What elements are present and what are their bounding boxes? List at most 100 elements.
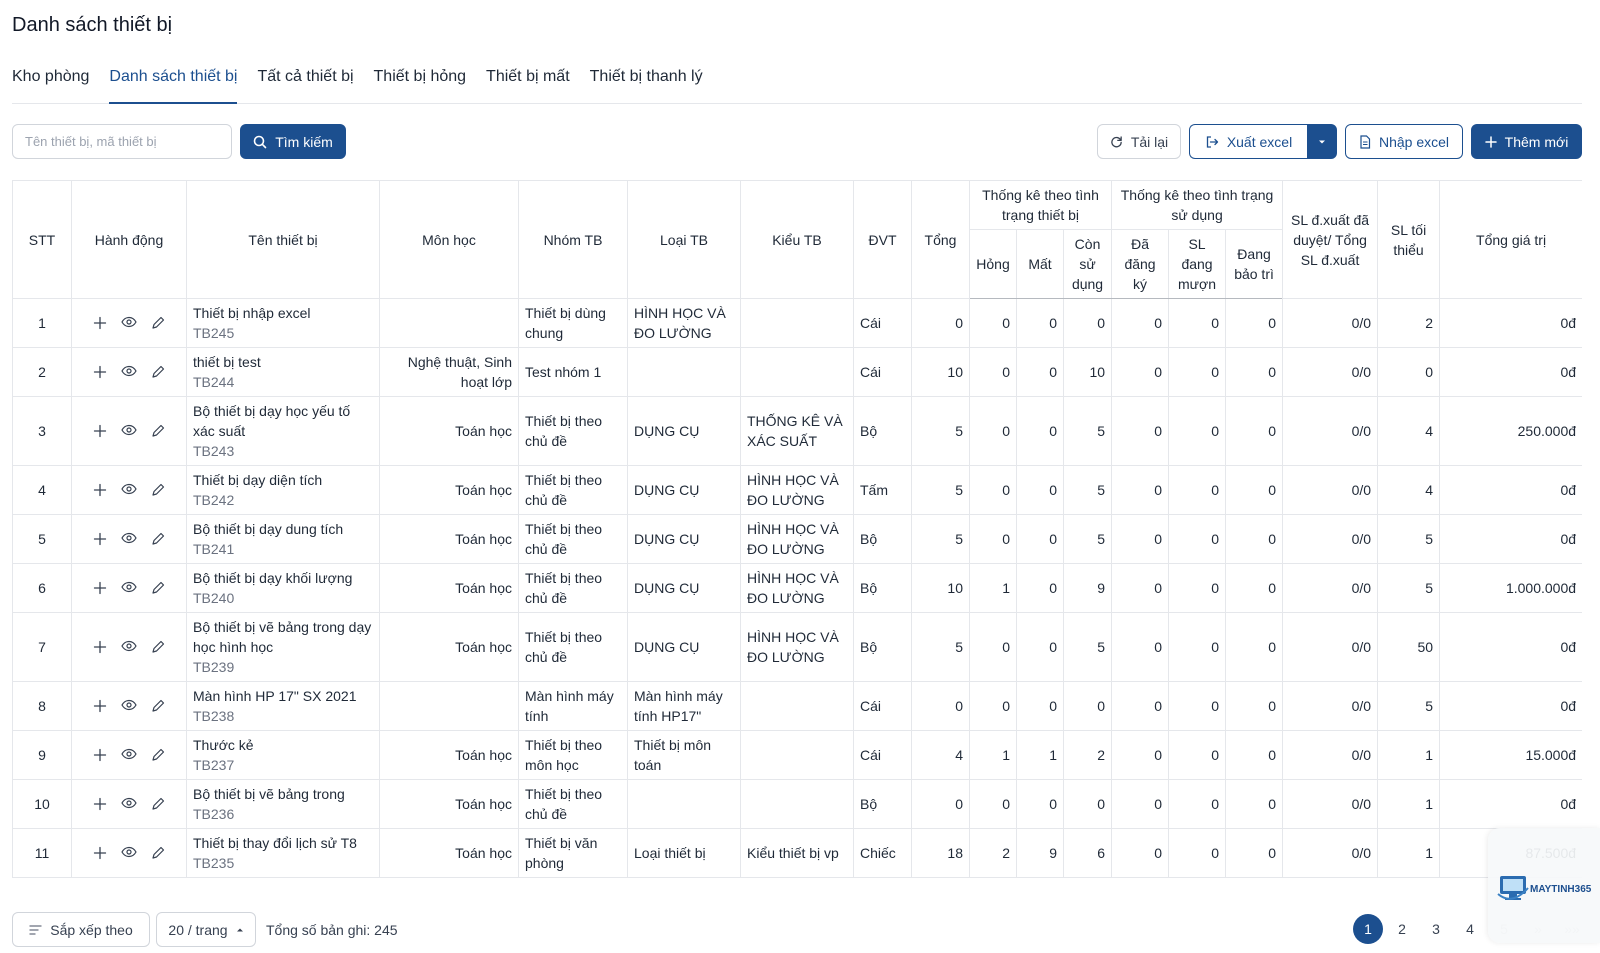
tab-bar: Kho phòng Danh sách thiết bị Tất cả thiế… [12, 66, 1582, 104]
view-icon[interactable] [121, 532, 137, 546]
page-title: Danh sách thiết bị [12, 14, 173, 36]
cell-registered: 0 [1111, 779, 1170, 829]
cell-maintenance: 0 [1225, 779, 1284, 829]
edit-icon[interactable] [151, 365, 165, 379]
add-icon[interactable] [93, 640, 107, 654]
cell-borrowed: 0 [1168, 465, 1227, 515]
cell-total: 0 [911, 779, 970, 829]
cell-lost: 0 [1016, 298, 1064, 348]
search-button[interactable]: Tìm kiếm [240, 124, 346, 159]
add-icon[interactable] [93, 424, 107, 438]
page-3-button[interactable]: 3 [1421, 914, 1451, 944]
tab-danh-sach-thiet-bi[interactable]: Danh sách thiết bị [109, 66, 238, 104]
cell-min-qty: 1 [1377, 779, 1441, 829]
edit-icon[interactable] [151, 846, 165, 860]
equipment-code: TB241 [193, 541, 235, 557]
cell-stt: 6 [12, 563, 72, 613]
header-export-approved: SL đ.xuất đã duyệt/ Tổng SL đ.xuất [1282, 180, 1379, 299]
edit-icon[interactable] [151, 532, 165, 546]
edit-icon[interactable] [151, 748, 165, 762]
cell-min-qty: 1 [1377, 730, 1441, 780]
add-icon[interactable] [93, 846, 107, 860]
cell-lost: 0 [1016, 396, 1064, 466]
floating-widget[interactable]: MAYTINH365 [1488, 828, 1600, 943]
add-icon[interactable] [93, 483, 107, 497]
reload-button[interactable]: Tải lại [1097, 124, 1181, 159]
cell-borrowed: 0 [1168, 681, 1227, 731]
cell-unit: Cái [853, 347, 912, 397]
edit-icon[interactable] [151, 581, 165, 595]
tab-thiet-bi-mat[interactable]: Thiết bị mất [486, 66, 570, 103]
equipment-code: TB238 [193, 708, 235, 724]
view-icon[interactable] [121, 581, 137, 595]
cell-export: 0/0 [1282, 730, 1379, 780]
view-icon[interactable] [121, 797, 137, 811]
export-excel-button[interactable]: Xuất excel [1189, 124, 1307, 159]
view-icon[interactable] [121, 748, 137, 762]
cell-unit: Bộ [853, 396, 912, 466]
cell-registered: 0 [1111, 347, 1170, 397]
add-icon[interactable] [93, 748, 107, 762]
cell-stt: 3 [12, 396, 72, 466]
table-row: 9 Thước kẻ TB237 Toán học Thiết bị theo môn … [12, 730, 1582, 780]
view-icon[interactable] [121, 640, 137, 654]
cell-group: Test nhóm 1 [518, 347, 628, 397]
view-icon[interactable] [121, 846, 137, 860]
edit-icon[interactable] [151, 316, 165, 330]
header-status-group: Thống kê theo tình trạng thiết bị [969, 180, 1113, 230]
export-dropdown-button[interactable] [1307, 124, 1337, 159]
add-icon[interactable] [93, 532, 107, 546]
page-1-button[interactable]: 1 [1353, 914, 1383, 944]
sort-button[interactable]: Sắp xếp theo [12, 912, 150, 947]
add-icon[interactable] [93, 581, 107, 595]
edit-icon[interactable] [151, 424, 165, 438]
header-group: Nhóm TB [518, 180, 628, 299]
equipment-code: TB244 [193, 374, 235, 390]
cell-type: HÌNH HỌC VÀ ĐO LƯỜNG [627, 298, 741, 348]
edit-icon[interactable] [151, 699, 165, 713]
equipment-name: thiết bị test [193, 354, 261, 370]
tab-tat-ca-thiet-bi[interactable]: Tất cả thiết bị [257, 66, 353, 103]
cell-export: 0/0 [1282, 681, 1379, 731]
cell-borrowed: 0 [1168, 514, 1227, 564]
edit-icon[interactable] [151, 797, 165, 811]
cell-actions [71, 828, 187, 878]
equipment-code: TB243 [193, 443, 235, 459]
equipment-table-container[interactable]: STT Hành động Tên thiết bị Môn học Nhóm … [12, 180, 1582, 898]
search-input[interactable] [12, 124, 232, 159]
edit-icon[interactable] [151, 483, 165, 497]
page-size-select[interactable]: 20 / trang [156, 912, 256, 947]
add-icon[interactable] [93, 797, 107, 811]
cell-total-value: 0đ [1439, 612, 1582, 682]
cell-type: DỤNG CỤ [627, 612, 741, 682]
view-icon[interactable] [121, 483, 137, 497]
cell-unit: Bộ [853, 612, 912, 682]
view-icon[interactable] [121, 365, 137, 379]
cell-export: 0/0 [1282, 563, 1379, 613]
cell-borrowed: 0 [1168, 396, 1227, 466]
cell-stt: 5 [12, 514, 72, 564]
page-2-button[interactable]: 2 [1387, 914, 1417, 944]
cell-type [627, 779, 741, 829]
cell-broken: 0 [969, 514, 1017, 564]
add-new-button[interactable]: Thêm mới [1471, 124, 1582, 159]
view-icon[interactable] [121, 424, 137, 438]
add-icon[interactable] [93, 365, 107, 379]
tab-kho-phong[interactable]: Kho phòng [12, 66, 89, 103]
header-registered: Đã đăng ký [1111, 229, 1170, 299]
import-excel-button[interactable]: Nhập excel [1345, 124, 1463, 159]
cell-actions [71, 514, 187, 564]
tab-thiet-bi-hong[interactable]: Thiết bị hỏng [374, 66, 467, 103]
export-icon [1205, 135, 1219, 149]
add-icon[interactable] [93, 699, 107, 713]
tab-thiet-bi-thanh-ly[interactable]: Thiết bị thanh lý [590, 66, 703, 103]
page-4-button[interactable]: 4 [1455, 914, 1485, 944]
add-icon[interactable] [93, 316, 107, 330]
view-icon[interactable] [121, 316, 137, 330]
edit-icon[interactable] [151, 640, 165, 654]
cell-group: Thiết bị theo chủ đề [518, 396, 628, 466]
cell-actions [71, 465, 187, 515]
cell-registered: 0 [1111, 828, 1170, 878]
reload-icon [1110, 135, 1123, 148]
view-icon[interactable] [121, 699, 137, 713]
